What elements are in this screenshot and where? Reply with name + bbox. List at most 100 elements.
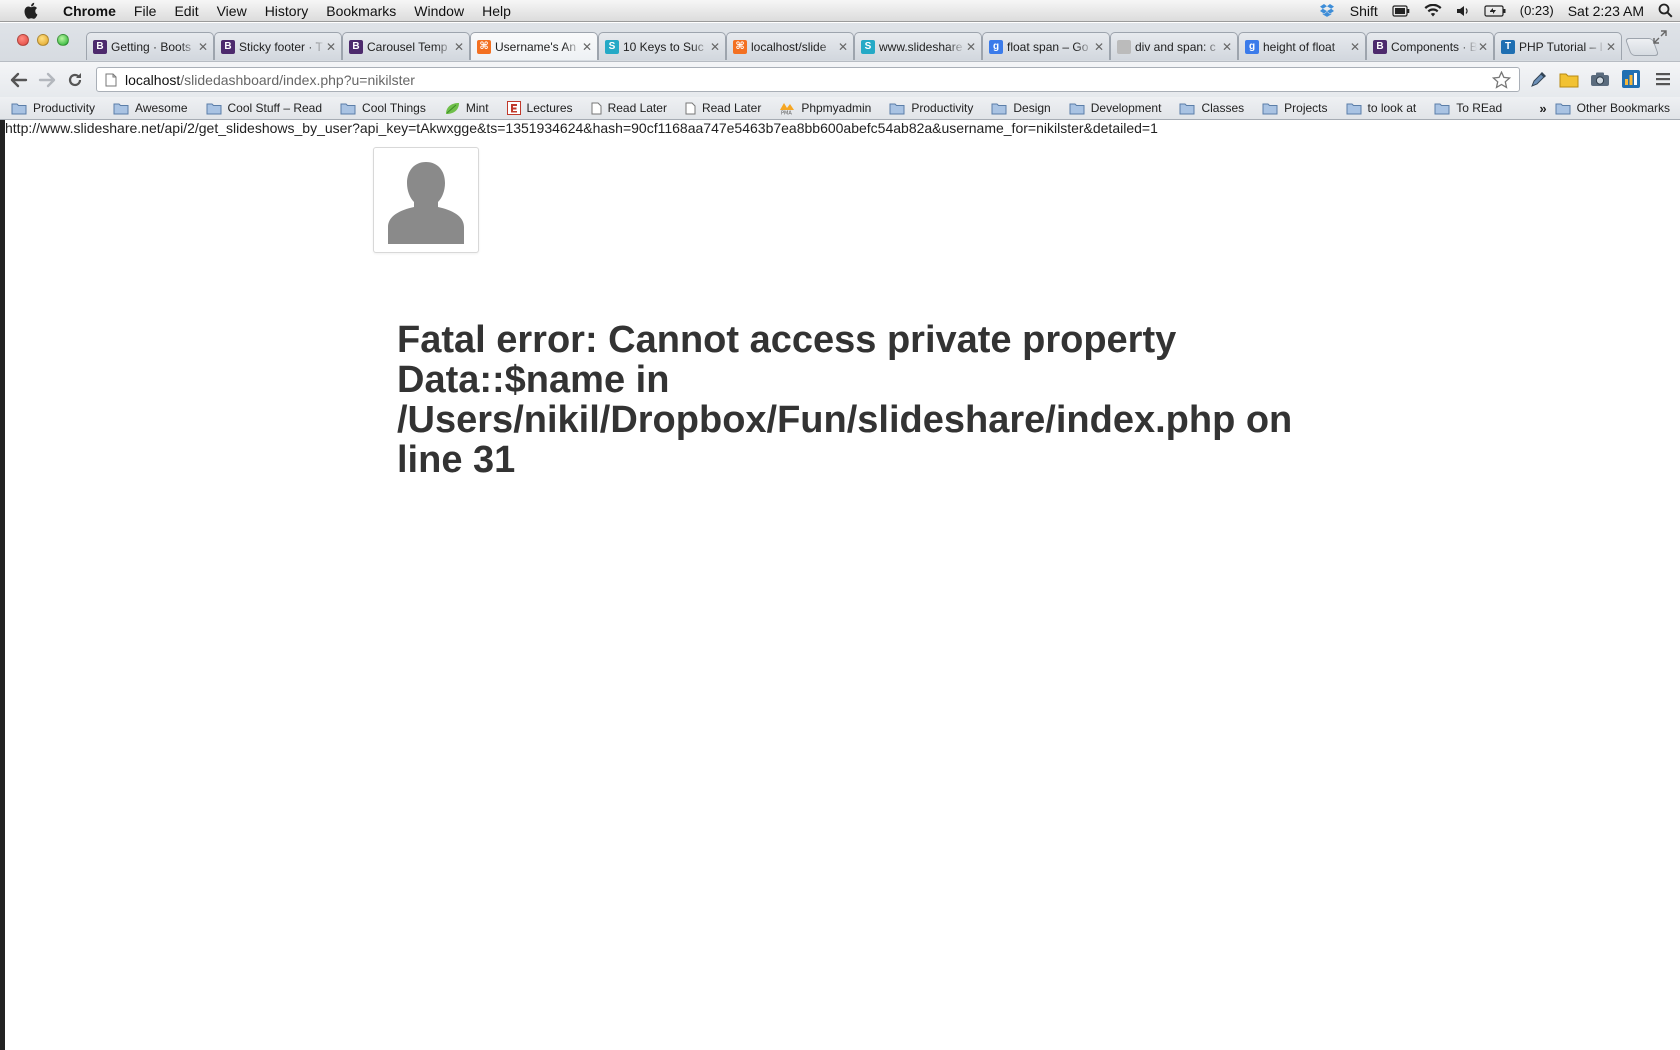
tab-close-icon[interactable]: ✕: [1093, 40, 1105, 54]
window-close-button[interactable]: [17, 34, 29, 46]
tab-close-icon[interactable]: ✕: [1349, 40, 1361, 54]
xampp-icon: ⌘: [477, 39, 491, 54]
tab-close-icon[interactable]: ✕: [325, 40, 337, 54]
menu-edit[interactable]: Edit: [165, 0, 207, 22]
browser-tab[interactable]: div and span: c ✕: [1110, 32, 1238, 60]
menu-window[interactable]: Window: [405, 0, 473, 22]
folder-icon: [1555, 102, 1571, 115]
debug-api-url: http://www.slideshare.net/api/2/get_slid…: [5, 120, 1158, 136]
bookmark-label: Read Later: [607, 101, 667, 115]
browser-tab[interactable]: T PHP Tutorial – I ✕: [1494, 32, 1622, 60]
bookmark-item[interactable]: Development: [1058, 101, 1169, 115]
browser-tab[interactable]: Swww.slideshare ✕: [854, 32, 982, 60]
bookmark-label: Read Later: [701, 101, 762, 115]
battery-meter-icon[interactable]: [1392, 4, 1410, 17]
tab-title: height of float: [1263, 39, 1336, 54]
reload-button[interactable]: [62, 67, 88, 93]
bookmark-item[interactable]: Productivity: [878, 101, 980, 115]
bookmark-item[interactable]: Design: [980, 101, 1057, 115]
browser-tab[interactable]: B Carousel Temp ✕: [342, 32, 470, 60]
bookmark-item[interactable]: Productivity: [0, 101, 102, 115]
bookmark-item[interactable]: to look at: [1335, 101, 1424, 115]
battery-time[interactable]: (0:23): [1520, 3, 1554, 18]
forward-button[interactable]: [34, 67, 60, 93]
spotlight-search-icon[interactable]: [1658, 3, 1673, 18]
bookmark-item[interactable]: To REad: [1423, 101, 1509, 115]
bookmark-item[interactable]: Classes: [1168, 101, 1251, 115]
bookmark-label: Productivity: [911, 101, 974, 115]
tab-close-icon[interactable]: ✕: [197, 40, 209, 54]
eyedropper-extension-icon[interactable]: [1528, 68, 1550, 90]
fullscreen-icon[interactable]: [1652, 29, 1668, 45]
bootstrap-icon: B: [349, 39, 363, 54]
tab-close-icon[interactable]: ✕: [837, 40, 849, 54]
bookmark-star-icon[interactable]: [1491, 70, 1512, 92]
page-icon: [685, 102, 696, 115]
keyboard-shift-indicator[interactable]: Shift: [1350, 3, 1378, 19]
analytics-extension-icon[interactable]: [1620, 68, 1642, 90]
tab-close-icon[interactable]: ✕: [709, 40, 721, 54]
volume-icon[interactable]: [1456, 5, 1470, 17]
bookmark-item[interactable]: Read Later: [580, 101, 674, 115]
url-path: /slidedashboard/index.php?u=nikilster: [180, 71, 415, 88]
bookmark-label: Lectures: [526, 101, 573, 115]
bookmark-label: Mint: [465, 101, 489, 115]
bookmark-item[interactable]: Mint: [433, 101, 496, 115]
other-bookmarks-button[interactable]: Other Bookmarks: [1553, 101, 1680, 115]
address-bar[interactable]: localhost/slidedashboard/index.php?u=nik…: [96, 67, 1520, 92]
bookmark-item[interactable]: Cool Things: [329, 101, 433, 115]
tab-title: Getting · Boots: [111, 39, 192, 54]
user-avatar: [373, 147, 479, 253]
folder-icon: [113, 102, 129, 115]
bookmark-label: Awesome: [135, 101, 188, 115]
menu-bookmarks[interactable]: Bookmarks: [317, 0, 405, 22]
browser-tab[interactable]: B Getting · Boots ✕: [86, 32, 214, 60]
back-button[interactable]: [6, 67, 32, 93]
bookmark-item[interactable]: PMA Phpmyadmin: [768, 101, 878, 115]
menu-history[interactable]: History: [256, 0, 318, 22]
bookmark-item[interactable]: Read Later: [674, 101, 768, 115]
browser-tab[interactable]: ⌘ Username's An ✕: [470, 32, 598, 60]
page-icon[interactable]: [105, 73, 117, 87]
slideshare-icon: S: [605, 39, 619, 54]
window-minimize-button[interactable]: [37, 34, 49, 46]
menu-file[interactable]: File: [125, 0, 166, 22]
browser-tab[interactable]: g height of float ✕: [1238, 32, 1366, 60]
bookmark-label: to look at: [1367, 101, 1417, 115]
bookmark-item[interactable]: Awesome: [102, 101, 194, 115]
bookmark-item[interactable]: Projects: [1251, 101, 1334, 115]
mint-leaf-icon: [444, 102, 460, 115]
menu-app-chrome[interactable]: Chrome: [54, 0, 125, 22]
tab-close-icon[interactable]: ✕: [1477, 40, 1489, 54]
window-zoom-button[interactable]: [57, 34, 69, 46]
bookmark-label: Cool Things: [362, 101, 426, 115]
tab-close-icon[interactable]: ✕: [965, 40, 977, 54]
tab-close-icon[interactable]: ✕: [581, 40, 593, 54]
browser-tab[interactable]: B Components · B ✕: [1366, 32, 1494, 60]
tab-close-icon[interactable]: ✕: [1221, 40, 1233, 54]
folder-extension-icon[interactable]: [1558, 68, 1580, 90]
menu-view[interactable]: View: [208, 0, 256, 22]
camera-extension-icon[interactable]: [1589, 68, 1611, 90]
bookmark-item[interactable]: Lectures: [496, 101, 580, 115]
menu-clock[interactable]: Sat 2:23 AM: [1568, 3, 1644, 19]
bookmarks-bar: Productivity Awesome Cool Stuff – Read Cool…: [0, 97, 1680, 120]
browser-tab[interactable]: S 10 Keys to Suc ✕: [598, 32, 726, 60]
browser-tab[interactable]: B Sticky footer · T ✕: [214, 32, 342, 60]
dropbox-icon[interactable]: [1319, 3, 1336, 18]
battery-icon[interactable]: [1484, 4, 1506, 17]
bootstrap-icon: B: [93, 39, 107, 54]
chrome-menu-icon[interactable]: [1652, 68, 1674, 90]
bookmark-item[interactable]: Cool Stuff – Read: [195, 101, 330, 115]
browser-tab[interactable]: g float span – Go ✕: [982, 32, 1110, 60]
bookmarks-overflow-button[interactable]: »: [1533, 101, 1552, 116]
tab-close-icon[interactable]: ✕: [1605, 40, 1617, 54]
browser-tab[interactable]: ⌘ localhost/slide ✕: [726, 32, 854, 60]
page-icon: [591, 102, 602, 115]
menu-help[interactable]: Help: [473, 0, 520, 22]
apple-menu-icon[interactable]: [20, 2, 40, 19]
bookmarks-list: Productivity Awesome Cool Stuff – Read Cool…: [0, 101, 1509, 115]
lectures-icon: [506, 101, 521, 115]
wifi-icon[interactable]: [1424, 4, 1442, 17]
tab-close-icon[interactable]: ✕: [453, 40, 465, 54]
